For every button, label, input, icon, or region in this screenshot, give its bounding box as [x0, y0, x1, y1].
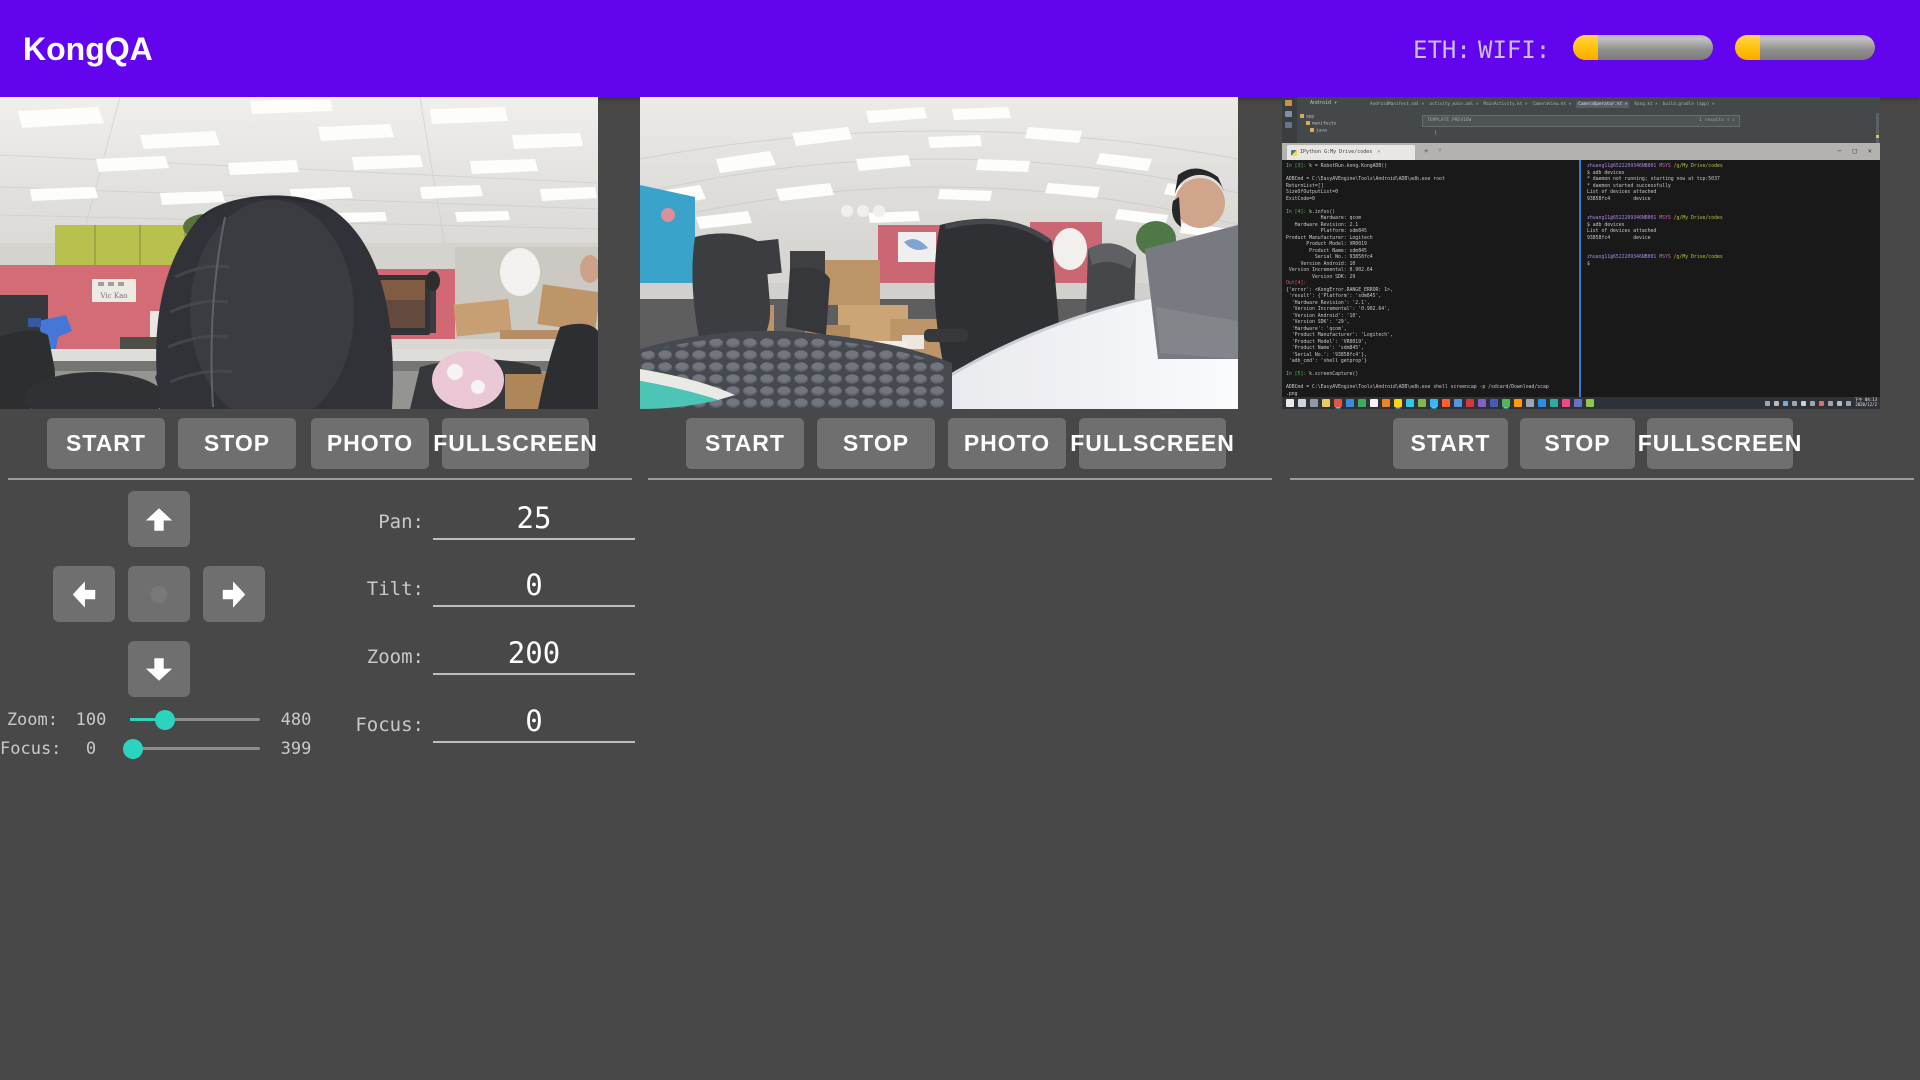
eth-label: ETH: — [1413, 36, 1471, 64]
zoom-slider-min: 100 — [69, 710, 113, 730]
tilt-field-row: Tilt: 0 — [340, 563, 640, 607]
camera-2-buttons: START STOP PHOTO FULLSCREEN — [640, 418, 1238, 469]
pan-left-button[interactable] — [53, 566, 115, 622]
start-button[interactable]: START — [47, 418, 165, 469]
tilt-label: Tilt: — [340, 578, 424, 600]
pan-field-row: Pan: 25 — [340, 496, 640, 540]
focus-slider-min: 0 — [69, 739, 113, 759]
stop-button[interactable]: STOP — [178, 418, 296, 469]
tilt-input[interactable]: 0 — [433, 568, 635, 607]
fullscreen-button[interactable]: FULLSCREEN — [1079, 418, 1226, 469]
zoom-field-row: Zoom: 200 — [340, 631, 640, 675]
arrow-down-icon — [144, 656, 174, 683]
focus-input[interactable]: 0 — [433, 704, 635, 743]
arrow-left-icon — [71, 579, 98, 609]
app-title: KongQA — [23, 31, 153, 68]
eth-progress-bar — [1573, 35, 1713, 60]
wifi-progress-bar — [1735, 35, 1875, 60]
photo-button[interactable]: PHOTO — [948, 418, 1066, 469]
camera-feed-1: Vic Kao — [0, 97, 598, 409]
feed-overlay — [0, 97, 598, 409]
pan-right-button[interactable] — [203, 566, 265, 622]
focus-slider-thumb[interactable] — [123, 739, 143, 759]
zoom-slider-max: 480 — [274, 710, 318, 730]
fullscreen-button[interactable]: FULLSCREEN — [1647, 418, 1793, 469]
wifi-label: WIFI: — [1478, 36, 1550, 64]
focus-field-row: Focus: 0 — [340, 699, 640, 743]
zoom-input[interactable]: 200 — [433, 636, 635, 675]
zoom-slider-label: Zoom: — [0, 710, 58, 730]
focus-label: Focus: — [340, 714, 424, 736]
focus-slider-max: 399 — [274, 739, 318, 759]
zoom-label: Zoom: — [340, 646, 424, 668]
camera-panel-2: START STOP PHOTO FULLSCREEN — [640, 97, 1238, 487]
arrow-up-icon — [144, 506, 174, 533]
camera-panel-3: Android ▾ AndroidManifest.xml ×activity_… — [1282, 97, 1880, 487]
camera-feed-2 — [640, 97, 1238, 409]
camera-feed-3: Android ▾ AndroidManifest.xml ×activity_… — [1282, 97, 1880, 409]
panel-divider — [1290, 478, 1914, 480]
pan-label: Pan: — [340, 511, 424, 533]
panel-divider — [648, 478, 1272, 480]
camera-3-buttons: STARTSTOPFULLSCREEN — [1282, 418, 1880, 469]
panel-divider — [8, 478, 632, 480]
center-home-button[interactable] — [128, 566, 190, 622]
camera-panel-1: Vic Kao — [0, 97, 598, 487]
zoom-slider-thumb[interactable] — [155, 710, 175, 730]
pan-input[interactable]: 25 — [433, 501, 635, 540]
fullscreen-button[interactable]: FULLSCREEN — [442, 418, 589, 469]
app-window: KongQA ETH: WIFI: — [0, 0, 1920, 1080]
feed-overlay — [1282, 97, 1880, 409]
home-icon — [144, 581, 174, 608]
camera-1-buttons: START STOP PHOTO FULLSCREEN — [0, 418, 598, 469]
focus-slider-label: Focus: — [0, 739, 58, 759]
eth-progress-fill — [1573, 35, 1598, 60]
start-button[interactable]: START — [1393, 418, 1508, 469]
tilt-up-button[interactable] — [128, 491, 190, 547]
feed-overlay — [640, 97, 1238, 409]
stop-button[interactable]: STOP — [817, 418, 935, 469]
zoom-slider[interactable] — [130, 718, 260, 721]
focus-slider[interactable] — [130, 747, 260, 750]
app-bar: KongQA ETH: WIFI: — [0, 0, 1920, 97]
wifi-progress-fill — [1735, 35, 1760, 60]
stop-button[interactable]: STOP — [1520, 418, 1635, 469]
photo-button[interactable]: PHOTO — [311, 418, 429, 469]
tilt-down-button[interactable] — [128, 641, 190, 697]
start-button[interactable]: START — [686, 418, 804, 469]
arrow-right-icon — [221, 579, 248, 609]
